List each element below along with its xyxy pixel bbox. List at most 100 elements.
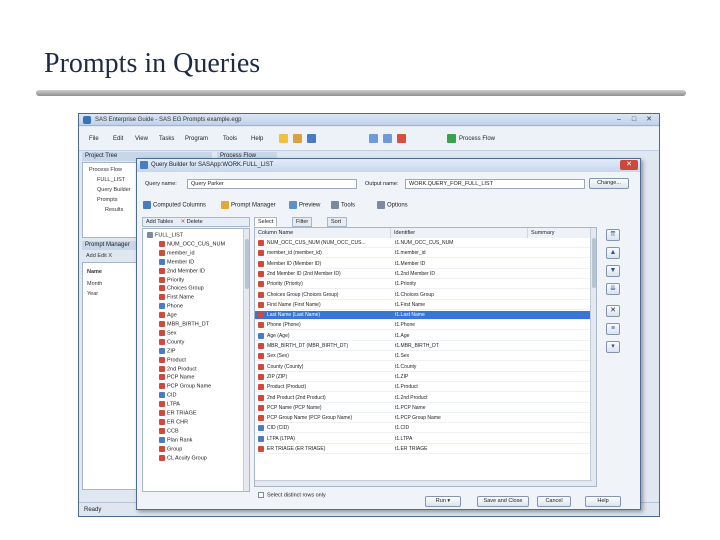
tree-item[interactable]: FULL_LIST	[97, 177, 125, 183]
properties-icon[interactable]: ≡	[606, 323, 620, 335]
tree-item[interactable]: Process Flow	[89, 167, 122, 173]
tree-column-item[interactable]: ER CHR	[159, 418, 188, 425]
tree-column-item[interactable]: NUM_OCC_CUS_NUM	[159, 240, 225, 247]
table-row[interactable]: PCP Name (PCP Name) t1.PCP Name	[255, 404, 592, 413]
tree-column-item[interactable]: PCP Name	[159, 374, 194, 381]
tree-column-item[interactable]: LTPA	[159, 401, 180, 408]
table-row[interactable]: Age (Age) t1.Age	[255, 332, 592, 341]
menu-help[interactable]: Help	[251, 136, 263, 142]
menu-file[interactable]: File	[89, 136, 99, 142]
tree-column-item[interactable]: ZIP	[159, 347, 176, 354]
tree-column-item[interactable]: ER TRIAGE	[159, 410, 197, 416]
menu-tasks[interactable]: Tasks	[159, 136, 174, 142]
table-row[interactable]: CID (CID) t1.CID	[255, 424, 592, 434]
table-row[interactable]: Last Name (Last Name) t1.Last Name	[255, 311, 592, 321]
table-row[interactable]: MBR_BIRTH_DT (MBR_BIRTH_DT) t1.MBR_BIRTH_…	[255, 342, 592, 351]
tree-column-item[interactable]: 2nd Member ID	[159, 267, 205, 274]
prompt-manager-button[interactable]: Prompt Manager	[221, 201, 276, 209]
tree-column-item[interactable]: Age	[159, 312, 177, 319]
maximize-icon[interactable]: □	[628, 115, 640, 124]
table-row[interactable]: Sex (Sex) t1.Sex	[255, 352, 592, 362]
table-row[interactable]: 2nd Product (2nd Product) t1.2nd Product	[255, 394, 592, 403]
tree-column-item[interactable]: Member ID	[159, 258, 194, 265]
tree-scrollbar[interactable]	[243, 229, 249, 491]
table-row[interactable]: Member ID (Member ID) t1.Member ID	[255, 260, 592, 269]
column-name-header[interactable]: Column Name	[255, 228, 391, 238]
tree-column-item[interactable]: Product	[159, 356, 186, 363]
tree-column-item[interactable]: MBR_BIRTH_DT	[159, 321, 209, 327]
identifier-header[interactable]: Identifier	[391, 228, 528, 238]
dialog-close-icon[interactable]: ✕	[620, 160, 638, 170]
menu-view[interactable]: View	[135, 136, 148, 142]
menu-tools[interactable]: Tools	[223, 136, 237, 142]
tree-column-item[interactable]: CL Acuity Group	[159, 454, 207, 461]
query-name-field[interactable]: Query Parker	[187, 179, 357, 189]
copy-icon[interactable]	[383, 134, 392, 143]
table-row[interactable]: Phone (Phone) t1.Phone	[255, 321, 592, 331]
process-flow-menu[interactable]: Process Flow	[459, 136, 495, 142]
tree-column-item[interactable]: 2nd Product	[159, 365, 197, 372]
tree-column-item[interactable]: Plan Rank	[159, 436, 192, 443]
table-row[interactable]: member_id (member_id) t1.member_id	[255, 249, 592, 259]
save-icon[interactable]	[307, 134, 316, 143]
tree-column-item[interactable]: Group	[159, 445, 182, 452]
table-row[interactable]: ER TRIAGE (ER TRIAGE) t1.ER TRIAGE	[255, 445, 592, 454]
minimize-icon[interactable]: –	[613, 115, 625, 124]
move-up-icon[interactable]: ▲	[606, 247, 620, 259]
tree-column-item[interactable]: Priority	[159, 276, 184, 283]
tree-column-item[interactable]: CCB	[159, 427, 179, 434]
chevron-down-icon[interactable]: ▾	[447, 498, 450, 504]
tools-button[interactable]: Tools	[331, 201, 355, 209]
table-row[interactable]: PCP Group Name (PCP Group Name) t1.PCP Gr…	[255, 414, 592, 424]
menu-edit[interactable]: Edit	[113, 136, 123, 142]
tree-column-item[interactable]: member_id	[159, 249, 195, 256]
tree-column-item[interactable]: First Name	[159, 294, 194, 301]
tab-filter-data[interactable]: Filter Data	[292, 217, 313, 234]
cancel-button[interactable]: Cancel	[537, 496, 571, 507]
filter-icon[interactable]: ▾	[606, 341, 620, 353]
delete-icon[interactable]: ✕	[181, 219, 186, 225]
summary-header[interactable]: Summary	[528, 228, 592, 238]
remove-column-icon[interactable]: ✕	[606, 305, 620, 317]
delete-button[interactable]: Delete	[187, 219, 203, 225]
save-and-close-button[interactable]: Save and Close	[477, 496, 529, 507]
help-button[interactable]: Help	[585, 496, 621, 507]
change-button[interactable]: Change...	[589, 178, 629, 189]
delete-icon[interactable]	[397, 134, 406, 143]
preview-button[interactable]: Preview	[289, 201, 320, 209]
select-distinct-checkbox[interactable]: Select distinct rows only	[258, 492, 326, 498]
output-name-field[interactable]: WORK.QUERY_FOR_FULL_LIST	[405, 179, 585, 189]
tree-column-item[interactable]: County	[159, 338, 184, 345]
prompt-item-month[interactable]: Month	[87, 281, 102, 287]
move-down-icon[interactable]: ▼	[606, 265, 620, 277]
open-icon[interactable]	[293, 134, 302, 143]
tree-scroll-thumb[interactable]	[245, 239, 249, 289]
tree-item[interactable]: Prompts	[97, 197, 117, 203]
tree-column-item[interactable]: CID	[159, 392, 176, 399]
tab-select-data[interactable]: Select Data	[254, 217, 278, 234]
tree-item[interactable]: Query Builder	[97, 187, 131, 193]
table-node[interactable]: FULL_LIST	[147, 232, 183, 238]
run-button[interactable]: Run ▾	[425, 496, 461, 507]
tab-sort-data[interactable]: Sort Data	[327, 217, 347, 234]
tree-item[interactable]: Results	[105, 207, 123, 213]
table-row[interactable]: NUM_OCC_CUS_NUM (NUM_OCC_CUS... t1.NUM_OC…	[255, 239, 592, 248]
table-row[interactable]: First Name (First Name) t1.First Name	[255, 301, 592, 310]
prompt-item-year[interactable]: Year	[87, 291, 98, 297]
add-tables-button[interactable]: Add Tables	[146, 219, 173, 225]
tree-column-item[interactable]: Sex	[159, 329, 176, 336]
table-row[interactable]: Choices Group (Choices Group) t1.Choices …	[255, 291, 592, 300]
table-row[interactable]: Product (Product) t1.Product	[255, 383, 592, 393]
computed-columns-button[interactable]: Computed Columns	[143, 201, 206, 209]
options-button[interactable]: Options	[377, 201, 408, 209]
grid-scrollbar[interactable]	[590, 228, 596, 486]
table-row[interactable]: ZIP (ZIP) t1.ZIP	[255, 373, 592, 382]
table-row[interactable]: Priority (Priority) t1.Priority	[255, 280, 592, 290]
tree-column-item[interactable]: Phone	[159, 303, 183, 310]
table-row[interactable]: 2nd Member ID (2nd Member ID) t1.2nd Memb…	[255, 270, 592, 279]
run-icon[interactable]	[447, 134, 456, 143]
grid-scroll-thumb[interactable]	[592, 238, 596, 288]
tree-column-item[interactable]: PCP Group Name	[159, 383, 211, 390]
close-icon[interactable]: ✕	[643, 115, 655, 124]
checkbox-box[interactable]	[258, 492, 264, 498]
